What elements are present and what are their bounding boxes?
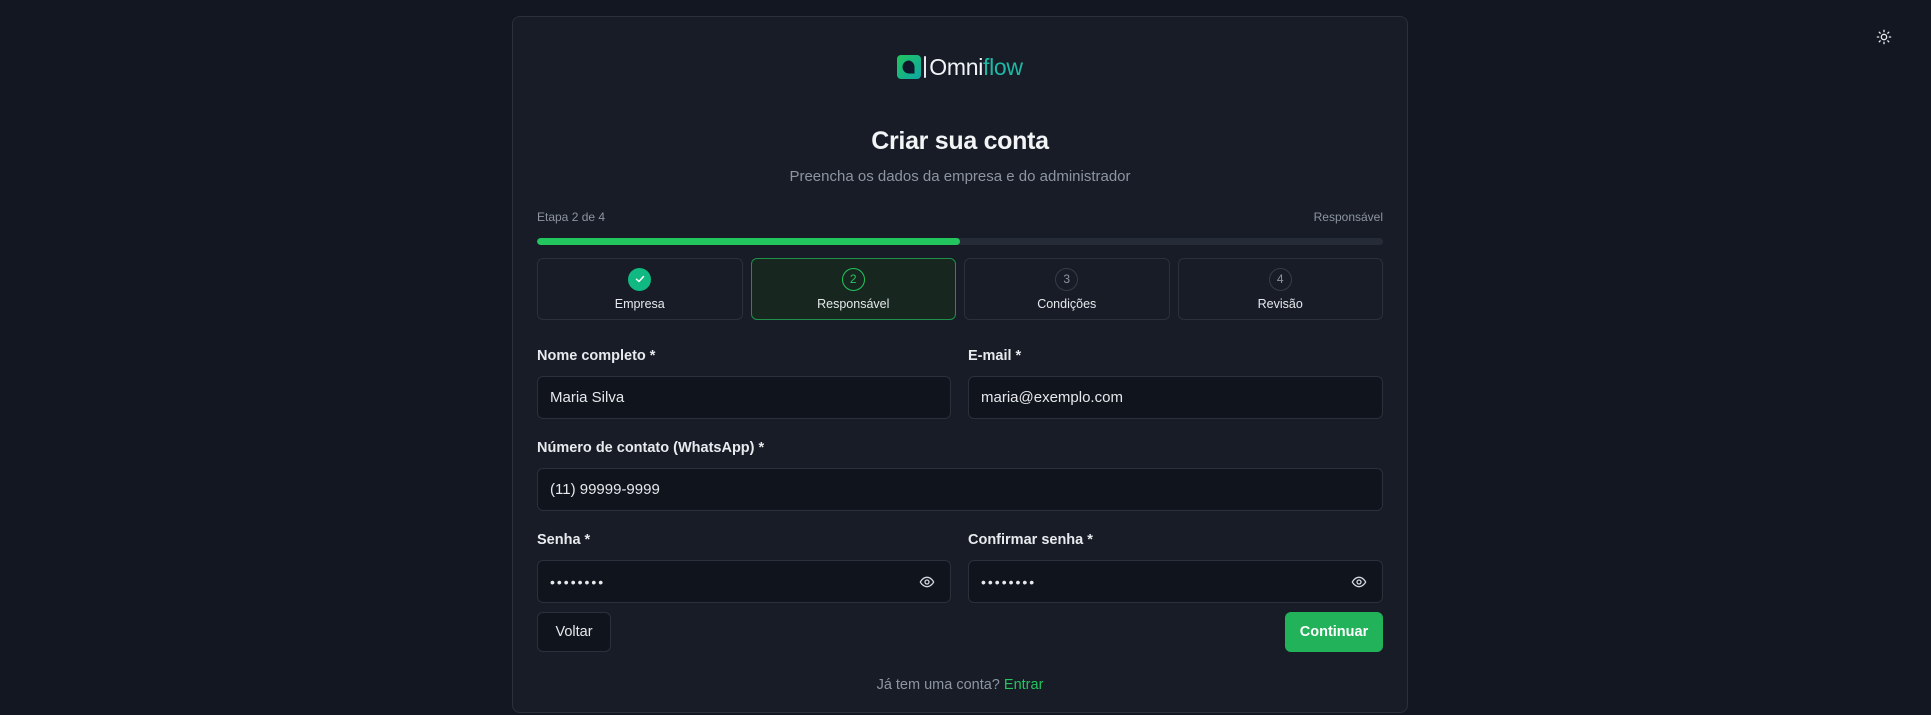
step-condicoes[interactable]: 3 Condições xyxy=(964,258,1170,320)
step-number: 4 xyxy=(1268,267,1292,291)
eye-icon xyxy=(1351,576,1367,587)
email-value: maria@exemplo.com xyxy=(981,389,1123,406)
email-field[interactable]: maria@exemplo.com xyxy=(968,376,1383,419)
step-responsavel[interactable]: 2 Responsável xyxy=(750,258,956,320)
email-label: E-mail * xyxy=(968,348,1022,364)
login-link[interactable]: Entrar xyxy=(1004,677,1044,693)
back-button[interactable]: Voltar xyxy=(537,612,611,652)
step-empresa[interactable]: Empresa xyxy=(537,258,743,320)
page-title: Criar sua conta xyxy=(871,127,1049,155)
confirm-password-value: •••••••• xyxy=(981,573,1037,590)
full-name-label: Nome completo * xyxy=(537,348,656,364)
step-complete-indicator xyxy=(628,267,652,291)
step-label: Revisão xyxy=(1257,296,1303,311)
signup-card: Omniflow Criar sua conta Preencha os dad… xyxy=(512,16,1408,713)
toggle-confirm-password-visibility-button[interactable] xyxy=(1348,571,1370,593)
progress-bar-fill xyxy=(537,238,960,245)
step-label: Condições xyxy=(1037,296,1097,311)
progress-bar xyxy=(537,238,1383,245)
page-subtitle: Preencha os dados da empresa e do admini… xyxy=(789,168,1131,185)
check-icon xyxy=(635,275,644,283)
full-name-field[interactable]: Maria Silva xyxy=(537,376,951,419)
confirm-password-field[interactable]: •••••••• xyxy=(968,560,1383,603)
step-number: 3 xyxy=(1055,267,1079,291)
password-label: Senha * xyxy=(537,532,591,548)
step-number: 2 xyxy=(841,267,865,291)
continue-button[interactable]: Continuar xyxy=(1285,612,1383,652)
login-prompt: Já tem uma conta? Entrar xyxy=(537,677,1383,693)
progress-info: Etapa 2 de 4 Responsável xyxy=(537,210,1383,224)
password-field[interactable]: •••••••• xyxy=(537,560,951,603)
step-label: Responsável xyxy=(817,296,890,311)
eye-icon xyxy=(919,576,935,587)
current-step-name: Responsável xyxy=(1313,210,1383,224)
logo-divider xyxy=(924,56,927,78)
toggle-password-visibility-button[interactable] xyxy=(916,571,938,593)
password-value: •••••••• xyxy=(550,573,606,590)
phone-label: Número de contato (WhatsApp) * xyxy=(537,440,765,456)
brand-name: Omniflow xyxy=(929,53,1023,80)
theme-toggle-button[interactable] xyxy=(1869,24,1899,50)
stepper: Empresa 2 Responsável 3 Condições 4 Revi… xyxy=(537,258,1383,320)
step-label: Empresa xyxy=(614,296,665,311)
confirm-password-label: Confirmar senha * xyxy=(968,532,1093,548)
full-name-value: Maria Silva xyxy=(550,389,625,406)
phone-field[interactable]: (11) 99999-9999 xyxy=(537,468,1383,511)
brand-logo: Omniflow xyxy=(537,52,1383,82)
phone-value: (11) 99999-9999 xyxy=(550,481,660,498)
login-prompt-text: Já tem uma conta? xyxy=(876,677,1000,693)
sun-icon xyxy=(1876,29,1892,45)
omniflow-logo-icon xyxy=(897,55,922,79)
step-revisao[interactable]: 4 Revisão xyxy=(1177,258,1383,320)
step-counter: Etapa 2 de 4 xyxy=(537,210,606,224)
